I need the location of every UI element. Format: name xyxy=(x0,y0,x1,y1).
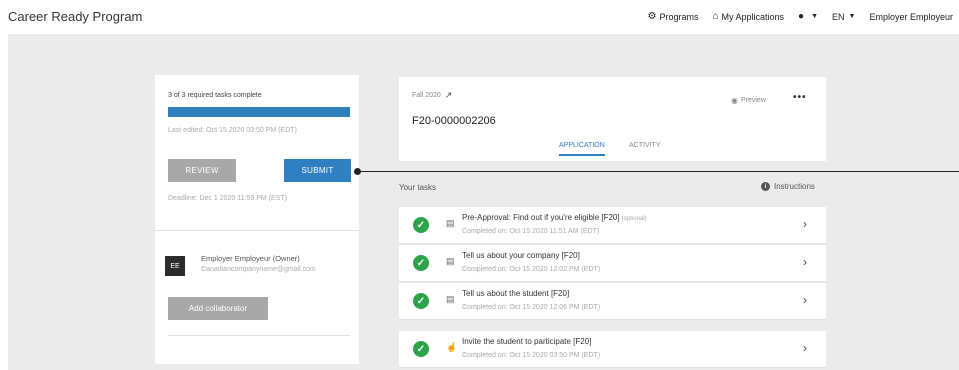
task-item[interactable]: ✓ ☝ Invite the student to participate [F… xyxy=(399,331,826,368)
task-completed-date: Completed on: Oct 15 2020 12:06 PM (EDT) xyxy=(462,304,601,311)
info-icon: ● xyxy=(798,11,805,22)
chevron-right-icon: › xyxy=(803,255,807,269)
add-collaborator-button[interactable]: Add collaborator xyxy=(168,297,268,320)
task-title: Invite the student to participate [F20] xyxy=(462,337,592,346)
tab-activity[interactable]: ACTIVITY xyxy=(629,142,661,149)
deadline-text: Deadline: Dec 1 2020 11:59 PM (EST) xyxy=(168,195,287,202)
nav-programs-label: Programs xyxy=(659,11,699,22)
callout-dot xyxy=(354,168,361,175)
task-item[interactable]: ✓ ▤ Pre-Approval: Find out if you're eli… xyxy=(399,207,826,244)
avatar: EE xyxy=(165,256,185,276)
top-nav: ⚙ Programs ⌂ My Applications ● ▼ EN ▼ Em… xyxy=(633,11,953,22)
language-label: EN xyxy=(832,11,845,22)
term-label: Fall 2020 ↗ xyxy=(412,90,452,101)
chevron-down-icon: ▼ xyxy=(811,13,819,20)
application-status-card: 3 of 3 required tasks complete Last edit… xyxy=(155,75,359,364)
user-menu[interactable]: Employer Employeur xyxy=(869,12,953,22)
thumbs-up-icon: ☝ xyxy=(446,342,458,352)
chevron-right-icon: › xyxy=(803,293,807,307)
info-icon: i xyxy=(761,182,770,191)
submit-button[interactable]: SUBMIT xyxy=(284,159,351,182)
divider xyxy=(155,230,359,231)
document-icon: ▤ xyxy=(446,256,455,266)
chevron-right-icon: › xyxy=(803,341,807,355)
nav-my-applications[interactable]: ⌂ My Applications xyxy=(712,11,784,22)
chevron-down-icon: ▼ xyxy=(848,13,856,20)
tasks-complete-text: 3 of 3 required tasks complete xyxy=(168,92,262,99)
nav-programs[interactable]: ⚙ Programs xyxy=(647,11,698,22)
term-text: Fall 2020 xyxy=(412,92,441,99)
instructions-link[interactable]: i Instructions xyxy=(761,182,815,191)
programs-icon: ⚙ xyxy=(647,11,657,22)
task-item[interactable]: ✓ ▤ Tell us about the student [F20] Comp… xyxy=(399,283,826,320)
optional-label: (optional) xyxy=(621,216,647,222)
checkmark-icon: ✓ xyxy=(413,341,429,357)
progress-bar xyxy=(168,107,350,117)
last-edited-text: Last edited: Oct 15 2020 03:50 PM (EDT) xyxy=(168,127,297,134)
chevron-right-icon: › xyxy=(803,217,807,231)
preview-label: Preview xyxy=(740,97,766,104)
task-title: Tell us about the student [F20] xyxy=(462,289,570,298)
checkmark-icon: ✓ xyxy=(413,293,429,309)
callout-line xyxy=(357,171,959,172)
help-menu[interactable]: ● ▼ xyxy=(798,11,818,22)
checkmark-icon: ✓ xyxy=(413,217,429,233)
owner-name: Employer Employeur (Owner) xyxy=(201,254,300,263)
task-completed-date: Completed on: Oct 15 2020 11:51 AM (EDT) xyxy=(462,228,600,235)
user-name: Employer Employeur xyxy=(869,11,953,22)
nav-my-applications-label: My Applications xyxy=(721,11,785,22)
external-link-icon[interactable]: ↗ xyxy=(445,90,453,101)
your-tasks-heading: Your tasks xyxy=(399,183,437,192)
application-id: F20-0000002206 xyxy=(412,115,496,127)
owner-email: Canadiancompanyname@gmail.com xyxy=(201,266,316,273)
more-options-icon[interactable]: ••• xyxy=(793,92,807,103)
top-bar: Career Ready Program ⚙ Programs ⌂ My App… xyxy=(0,0,959,34)
task-completed-date: Completed on: Oct 15 2020 03:50 PM (EDT) xyxy=(462,352,601,359)
preview-link[interactable]: ◉ Preview xyxy=(731,96,766,105)
divider xyxy=(168,335,350,336)
progress-fill xyxy=(168,107,350,117)
review-button[interactable]: REVIEW xyxy=(168,159,236,182)
eye-icon: ◉ xyxy=(731,96,738,105)
document-icon: ▤ xyxy=(446,218,455,228)
instructions-label: Instructions xyxy=(774,182,815,191)
task-completed-date: Completed on: Oct 15 2020 12:02 PM (EDT) xyxy=(462,266,601,273)
application-header-card: Fall 2020 ↗ F20-0000002206 ◉ Preview •••… xyxy=(399,77,826,161)
checkmark-icon: ✓ xyxy=(413,255,429,271)
language-menu[interactable]: EN ▼ xyxy=(832,12,855,22)
task-title: Tell us about your company [F20] xyxy=(462,251,580,260)
tab-application[interactable]: APPLICATION xyxy=(559,142,605,156)
task-title: Pre-Approval: Find out if you're eligibl… xyxy=(462,213,647,222)
brand-title[interactable]: Career Ready Program xyxy=(8,9,142,24)
task-item[interactable]: ✓ ▤ Tell us about your company [F20] Com… xyxy=(399,245,826,282)
home-icon: ⌂ xyxy=(712,11,719,22)
document-icon: ▤ xyxy=(446,294,455,304)
